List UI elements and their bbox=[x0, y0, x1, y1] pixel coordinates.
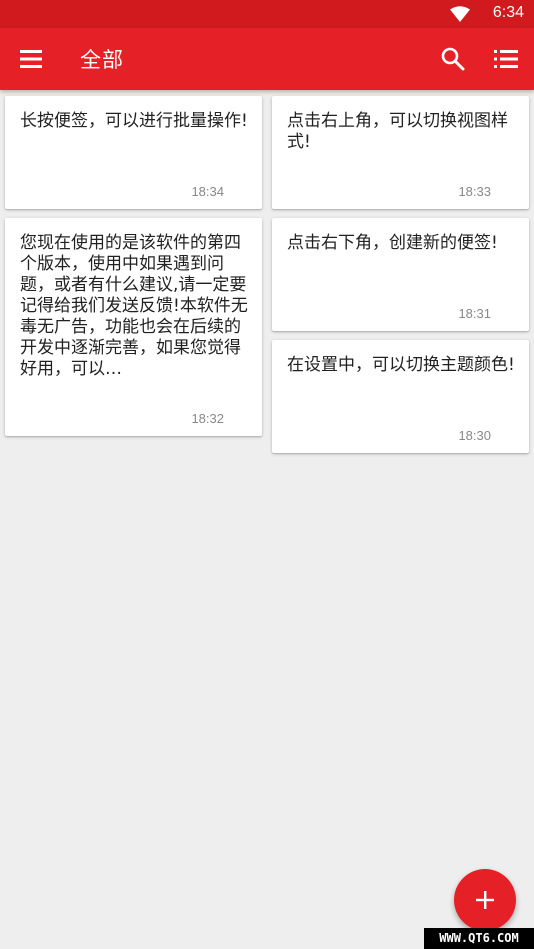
menu-icon[interactable] bbox=[18, 47, 44, 71]
status-bar: 6:34 bbox=[0, 0, 534, 28]
add-note-button[interactable] bbox=[454, 869, 516, 931]
note-text: 点击右上角，可以切换视图样式! bbox=[287, 111, 508, 152]
list-view-icon[interactable] bbox=[492, 46, 520, 72]
note-text: 您现在使用的是该软件的第四个版本，使用中如果遇到问题，或者有什么建议,请一定要记… bbox=[20, 233, 248, 379]
note-time: 18:33 bbox=[458, 184, 491, 199]
note-time: 18:31 bbox=[458, 306, 491, 321]
app-bar: 全部 bbox=[0, 28, 534, 90]
add-icon bbox=[476, 891, 494, 909]
page-title: 全部 bbox=[80, 48, 124, 72]
note-card[interactable]: 点击右下角，创建新的便签! 18:31 bbox=[272, 218, 529, 331]
note-text: 点击右下角，创建新的便签! bbox=[287, 233, 498, 253]
status-time: 6:34 bbox=[492, 4, 524, 21]
note-card[interactable]: 您现在使用的是该软件的第四个版本，使用中如果遇到问题，或者有什么建议,请一定要记… bbox=[5, 218, 262, 436]
note-card[interactable]: 长按便签，可以进行批量操作! 18:34 bbox=[5, 96, 262, 209]
note-time: 18:32 bbox=[191, 411, 224, 426]
note-time: 18:30 bbox=[458, 428, 491, 443]
search-icon[interactable] bbox=[440, 46, 466, 72]
wifi-icon bbox=[450, 6, 470, 22]
note-card[interactable]: 在设置中，可以切换主题颜色! 18:30 bbox=[272, 340, 529, 453]
note-time: 18:34 bbox=[191, 184, 224, 199]
note-card[interactable]: 点击右上角，可以切换视图样式! 18:33 bbox=[272, 96, 529, 209]
note-text: 长按便签，可以进行批量操作! bbox=[20, 111, 248, 131]
note-text: 在设置中，可以切换主题颜色! bbox=[287, 355, 515, 375]
watermark: WWW.QT6.COM bbox=[424, 928, 534, 949]
